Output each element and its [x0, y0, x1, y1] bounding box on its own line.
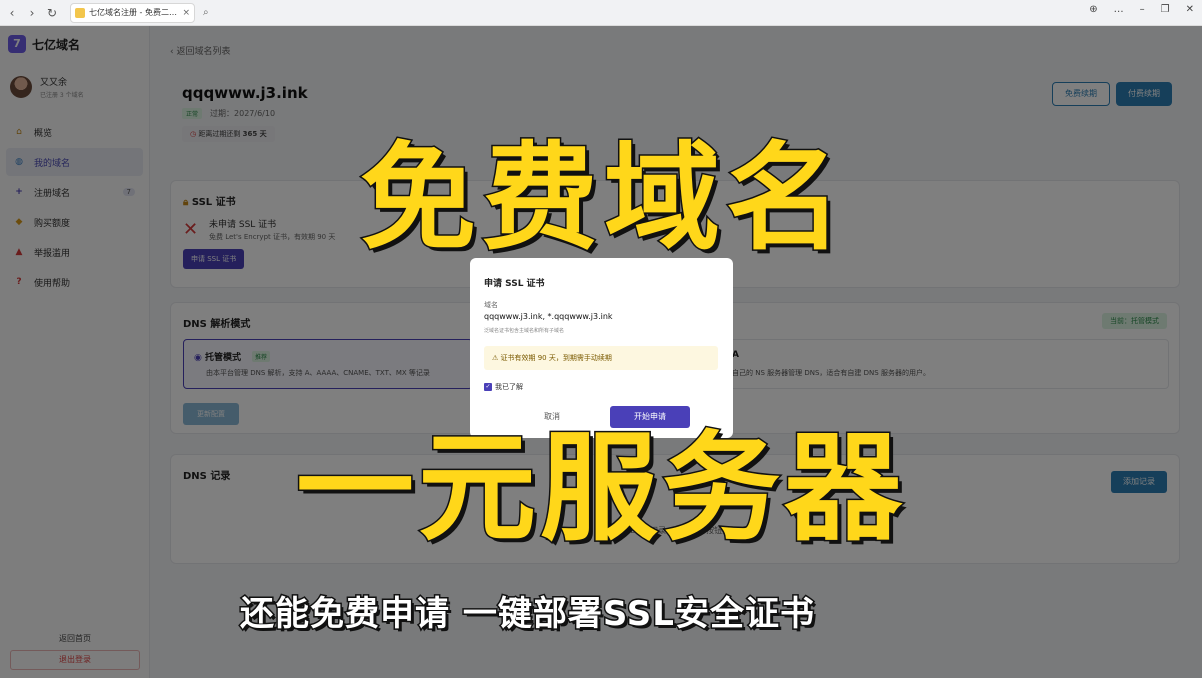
browser-bar: ‹ › ↻ 七亿域名注册 - 免费二级域名 × ⌕ ⊕ … – ❐ ✕ — [0, 0, 1202, 26]
tab-title: 七亿域名注册 - 免费二级域名 — [89, 8, 178, 17]
favicon-icon — [75, 7, 85, 18]
reload-icon[interactable]: ↻ — [44, 5, 60, 21]
caption-line2: 一元服务器 — [294, 418, 907, 559]
caption-line1: 免费域名 — [359, 130, 848, 268]
search-icon[interactable]: ⌕ — [203, 7, 209, 18]
close-window-icon[interactable]: ✕ — [1186, 4, 1194, 15]
minimize-icon[interactable]: – — [1140, 4, 1145, 15]
back-icon[interactable]: ‹ — [4, 5, 20, 21]
acknowledge-checkbox[interactable]: ✓ 我已了解 — [484, 382, 523, 392]
check-icon: ✓ — [484, 383, 492, 391]
modal-title: 申请 SSL 证书 — [484, 279, 545, 289]
globe-icon[interactable]: ⊕ — [1089, 4, 1097, 15]
modal-label: 域名 — [484, 301, 498, 309]
maximize-icon[interactable]: ❐ — [1161, 4, 1170, 15]
caption-line3: 还能免费申请 一键部署SSL安全证书 — [239, 593, 816, 636]
modal-hint: 泛域名证书包含主域名和所有子域名 — [484, 328, 565, 334]
forward-icon[interactable]: › — [24, 5, 40, 21]
close-icon[interactable]: × — [182, 8, 190, 18]
window-controls: ⊕ … – ❐ ✕ — [1089, 4, 1194, 15]
modal-warning: ⚠ 证书有效期 90 天，到期需手动续期 — [484, 346, 718, 370]
browser-tab[interactable]: 七亿域名注册 - 免费二级域名 × — [70, 2, 195, 23]
modal-domain-value: qqqwww.j3.ink, *.qqqwww.j3.ink — [484, 312, 613, 321]
more-icon[interactable]: … — [1114, 4, 1124, 15]
